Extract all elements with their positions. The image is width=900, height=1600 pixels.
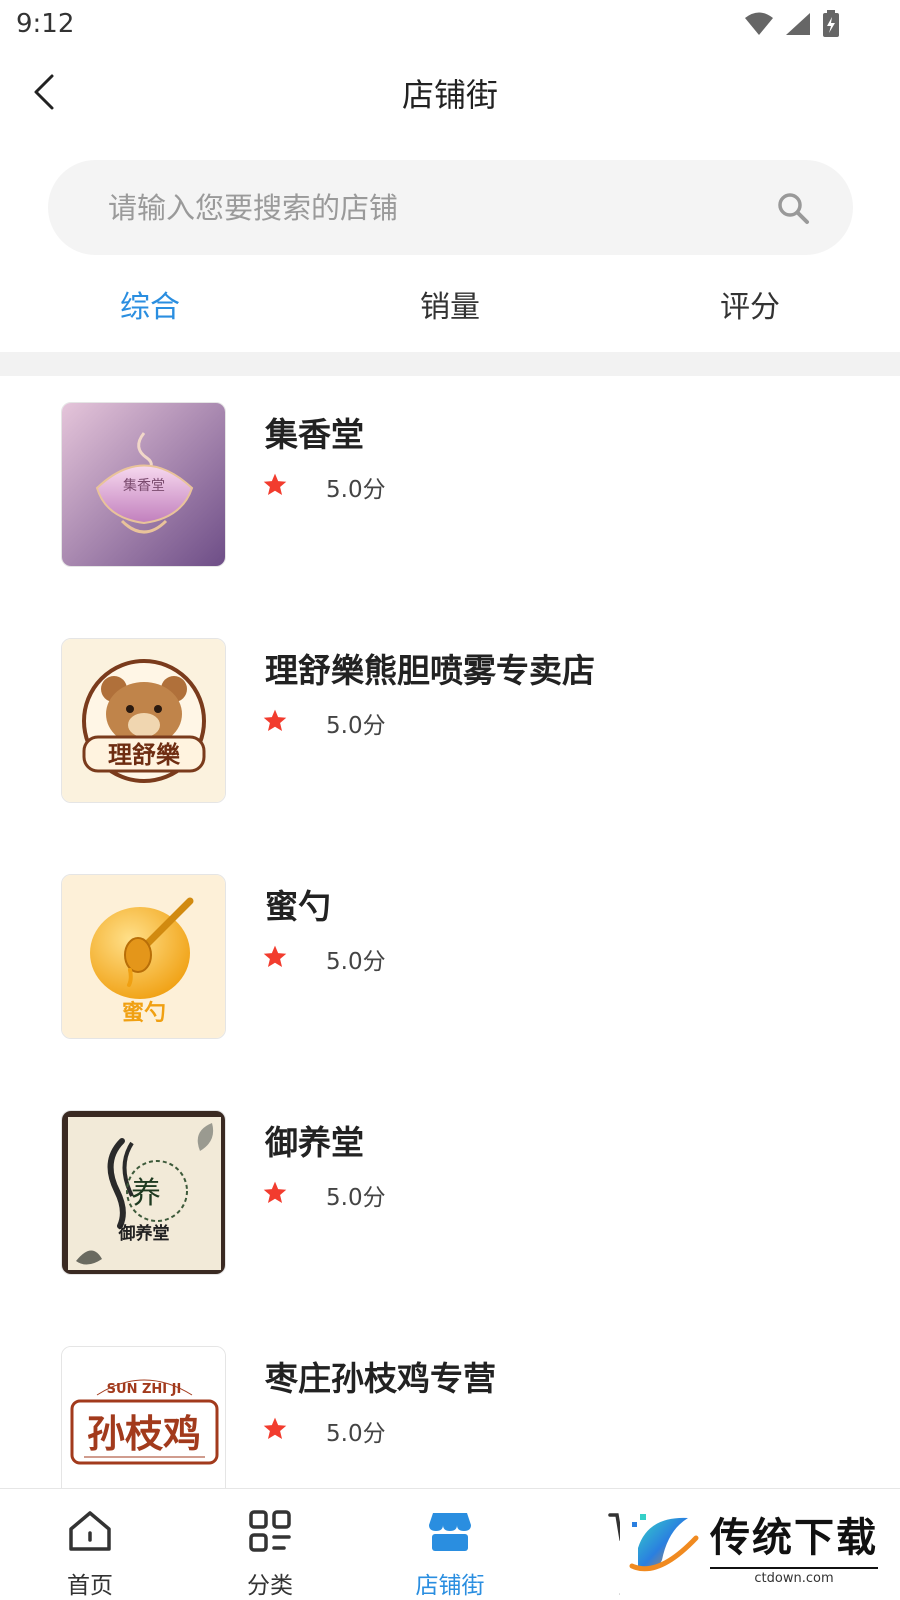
search-input[interactable] [108,190,728,225]
list-item[interactable]: 蜜勺 蜜勺 5.0分 [0,848,900,1084]
watermark-title: 传统下载 [710,1514,878,1561]
logo-text: 集香堂 [123,477,165,494]
search-icon[interactable] [773,188,813,228]
logo-mark: 养 [131,1176,161,1211]
section-divider [0,352,900,376]
list-item[interactable]: 集香堂 集香堂 5.0分 [0,376,900,612]
store-logo: 蜜勺 [61,874,226,1039]
watermark: 传统下载 ctdown.com [620,1490,900,1600]
logo-text: 理舒樂 [108,741,181,769]
nav-label: 分类 [247,1573,293,1599]
tab-comprehensive[interactable]: 综合 [0,272,300,336]
store-name: 御养堂 [265,1123,364,1162]
store-icon [426,1507,474,1554]
sort-tabs: 综合 销量 评分 [0,272,900,336]
store-rating: 5.0分 [326,477,386,503]
tab-rating[interactable]: 评分 [600,272,900,336]
store-rating: 5.0分 [326,1185,386,1211]
store-name: 理舒樂熊胆喷雾专卖店 [265,651,595,690]
list-item[interactable]: 理舒樂 理舒樂熊胆喷雾专卖店 5.0分 [0,612,900,848]
store-list: 集香堂 集香堂 5.0分 理舒樂 理舒樂熊胆喷雾专卖店 5.0分 蜜勺 蜜勺 5… [0,376,900,1556]
store-logo: 理舒樂 [61,638,226,803]
store-rating: 5.0分 [326,713,386,739]
store-logo: 养 御养堂 [61,1110,226,1275]
logo-text: 孙枝鸡 [87,1411,201,1456]
star-icon [263,473,287,495]
nav-item-store-street[interactable]: 店铺街 [360,1489,540,1600]
status-icons [744,10,840,38]
store-name: 蜜勺 [265,887,331,926]
nav-item-home[interactable]: 首页 [0,1489,180,1600]
tab-sales[interactable]: 销量 [300,272,600,336]
star-icon [263,709,287,731]
store-rating: 5.0分 [326,949,386,975]
watermark-text: 传统下载 ctdown.com [710,1505,878,1586]
category-icon [246,1507,294,1554]
star-icon [263,1417,287,1439]
status-bar: 9:12 [0,0,900,48]
battery-icon [823,10,839,37]
watermark-subtitle: ctdown.com [710,1566,878,1586]
header: 店铺街 [0,48,900,138]
logo-text: 蜜勺 [122,1000,166,1026]
wifi-icon [745,12,773,35]
home-icon [66,1507,114,1554]
logo-subtext: SUN ZHI JI [107,1382,182,1397]
status-time: 9:12 [16,9,75,39]
nav-label: 首页 [67,1573,113,1599]
store-name: 集香堂 [265,415,364,454]
store-logo: 集香堂 [61,402,226,567]
star-icon [263,945,287,967]
logo-text: 御养堂 [118,1223,170,1244]
search-bar[interactable] [48,160,853,255]
back-button[interactable] [24,70,64,114]
page-title: 店铺街 [401,76,498,114]
store-logo: SUN ZHI JI 孙枝鸡 [61,1346,226,1511]
signal-icon [786,13,810,35]
store-rating: 5.0分 [326,1421,386,1447]
star-icon [263,1181,287,1203]
watermark-logo-icon [629,1514,699,1572]
list-item[interactable]: 养 御养堂 御养堂 5.0分 [0,1084,900,1320]
nav-label: 店铺街 [415,1573,485,1599]
nav-item-category[interactable]: 分类 [180,1489,360,1600]
back-arrow-icon [34,74,54,110]
store-name: 枣庄孙枝鸡专营 [265,1359,496,1398]
